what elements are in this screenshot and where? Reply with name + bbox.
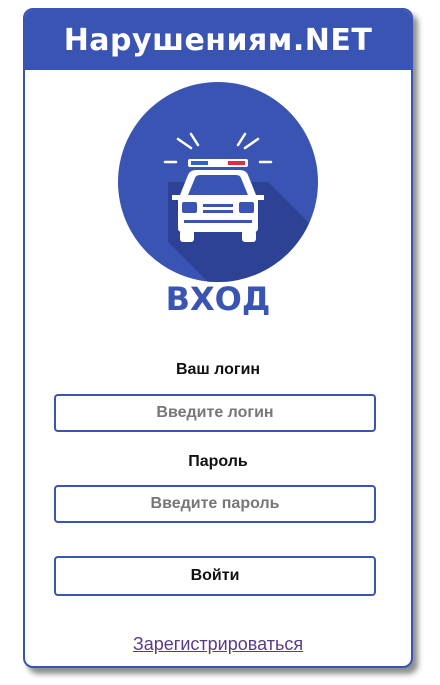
password-label: Пароль — [188, 453, 248, 470]
login-label: Ваш логин — [175, 361, 261, 378]
site-title: Нарушениям.NET — [63, 22, 373, 58]
login-input[interactable] — [54, 394, 376, 432]
login-button[interactable]: Войти — [54, 556, 376, 596]
header-bar: Нарушениям.NET — [25, 10, 411, 70]
page-title: ВХОД — [165, 280, 271, 318]
login-card: Нарушениям.NET ВХОД Ваш логин Введите ло… — [23, 8, 413, 668]
register-link[interactable]: Зарегистрироваться — [25, 634, 411, 655]
password-input[interactable] — [54, 485, 376, 523]
police-car-icon — [118, 82, 318, 282]
